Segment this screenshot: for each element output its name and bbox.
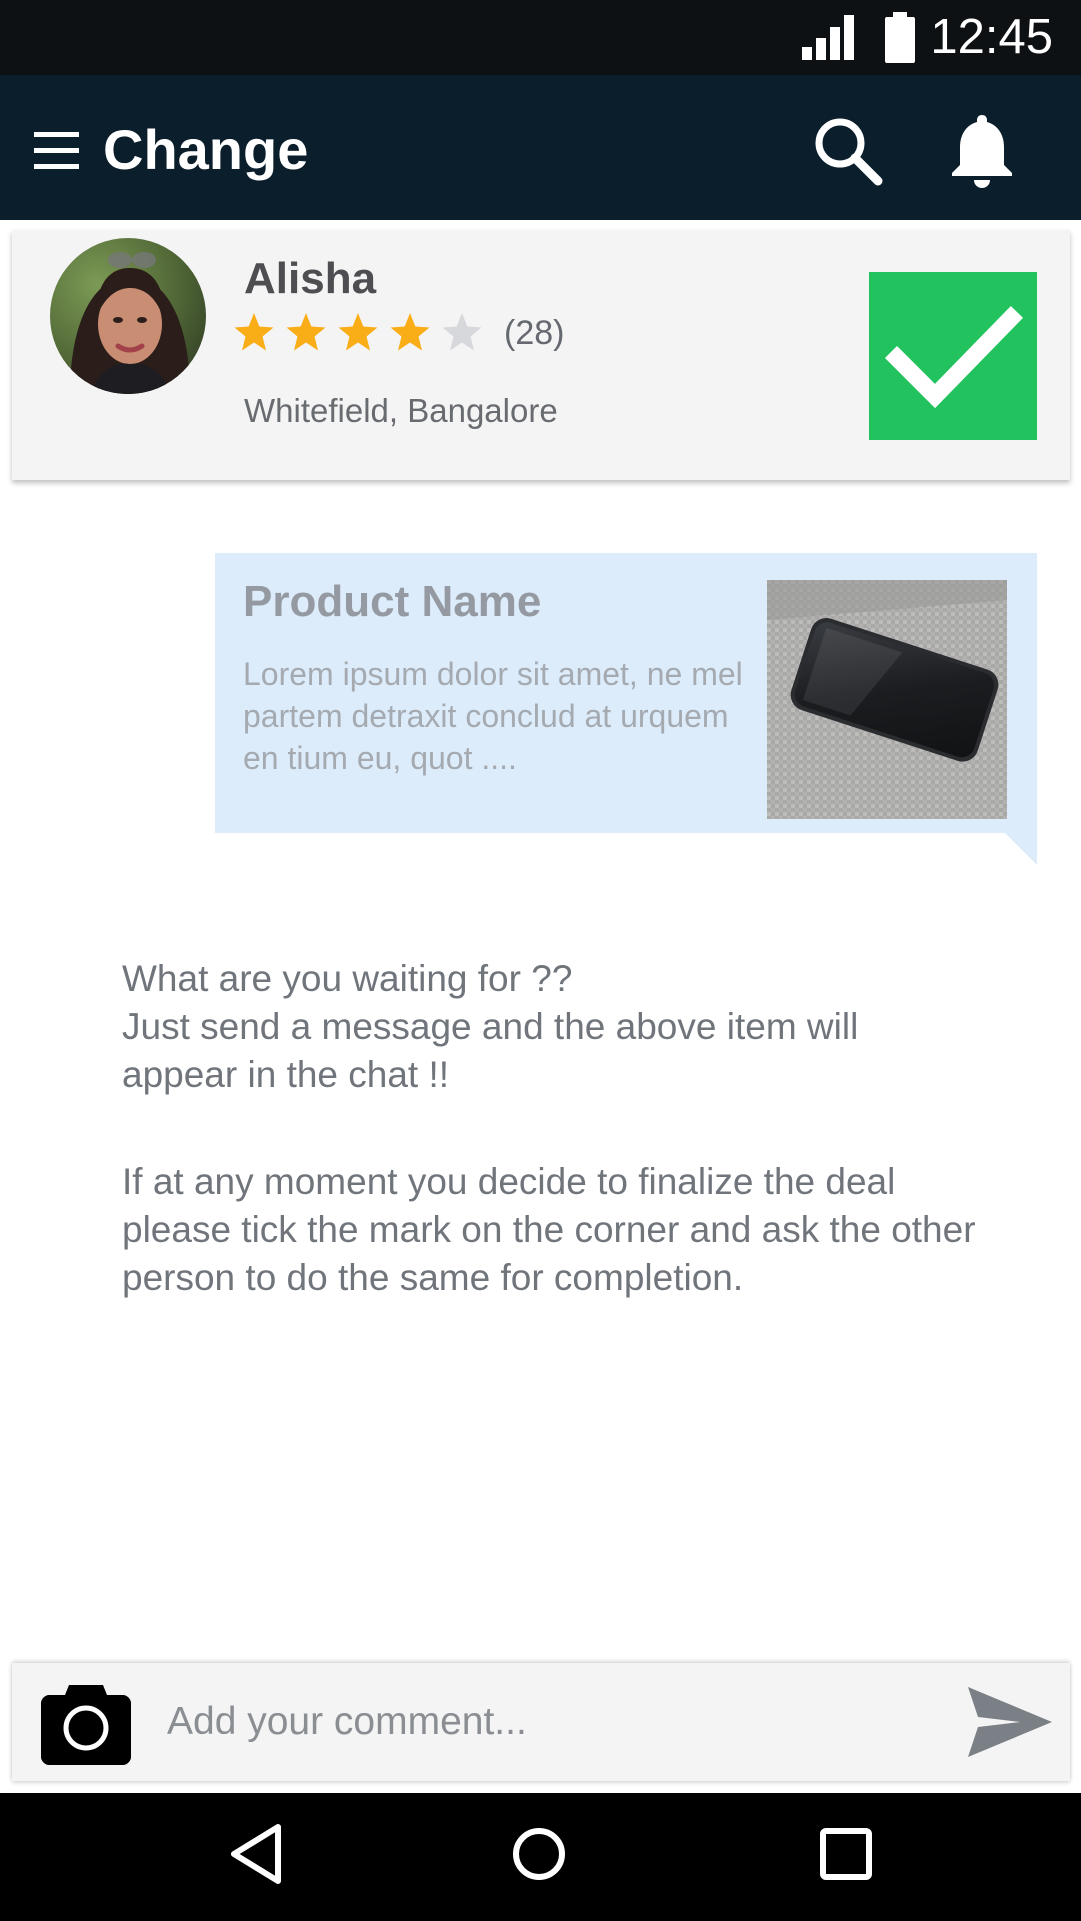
signal-icon: [802, 15, 854, 60]
bubble-tail: [1005, 833, 1037, 865]
bell-icon[interactable]: [948, 113, 1016, 189]
nav-bar: [0, 1793, 1081, 1921]
star-icon: [286, 313, 326, 351]
profile-location: Whitefield, Bangalore: [244, 392, 558, 429]
star-icon: [338, 313, 378, 351]
send-icon[interactable]: [966, 1685, 1054, 1759]
confirm-deal-button[interactable]: [869, 272, 1037, 440]
back-icon[interactable]: [228, 1823, 284, 1885]
product-bubble[interactable]: Product Name Lorem ipsum dolor sit amet,…: [215, 553, 1037, 833]
battery-icon: [885, 12, 915, 63]
camera-icon[interactable]: [41, 1681, 131, 1765]
checkmark-icon: [884, 305, 1024, 409]
rating-stars: [234, 313, 482, 351]
menu-icon[interactable]: [34, 130, 79, 170]
instructions-paragraph-1: What are you waiting for ?? Just send a …: [122, 955, 982, 1099]
instructions-line-1: What are you waiting for ??: [122, 958, 573, 999]
product-image: [767, 580, 1007, 819]
profile-card: Alisha (28) Whitefield, Bangalore: [12, 230, 1070, 480]
star-icon: [390, 313, 430, 351]
status-time: 12:45: [930, 10, 1053, 64]
app-bar: Change: [0, 75, 1081, 220]
status-bar: 12:45: [0, 0, 1081, 75]
page-title: Change: [103, 118, 309, 181]
star-icon: [234, 313, 274, 351]
product-title: Product Name: [243, 577, 542, 626]
search-icon[interactable]: [812, 115, 884, 187]
instructions-paragraph-2: If at any moment you decide to finalize …: [122, 1161, 976, 1298]
instructions: What are you waiting for ?? Just send a …: [122, 955, 982, 1361]
home-icon[interactable]: [511, 1823, 567, 1885]
rating-count: (28): [504, 314, 565, 352]
star-empty-icon: [442, 313, 482, 351]
comment-input[interactable]: [167, 1687, 937, 1757]
recents-icon[interactable]: [818, 1823, 874, 1885]
avatar[interactable]: [50, 238, 206, 394]
product-description: Lorem ipsum dolor sit amet, ne mel parte…: [243, 656, 743, 776]
comment-bar: [12, 1663, 1070, 1781]
profile-name: Alisha: [244, 254, 377, 303]
instructions-line-2: Just send a message and the above item w…: [122, 1006, 859, 1095]
